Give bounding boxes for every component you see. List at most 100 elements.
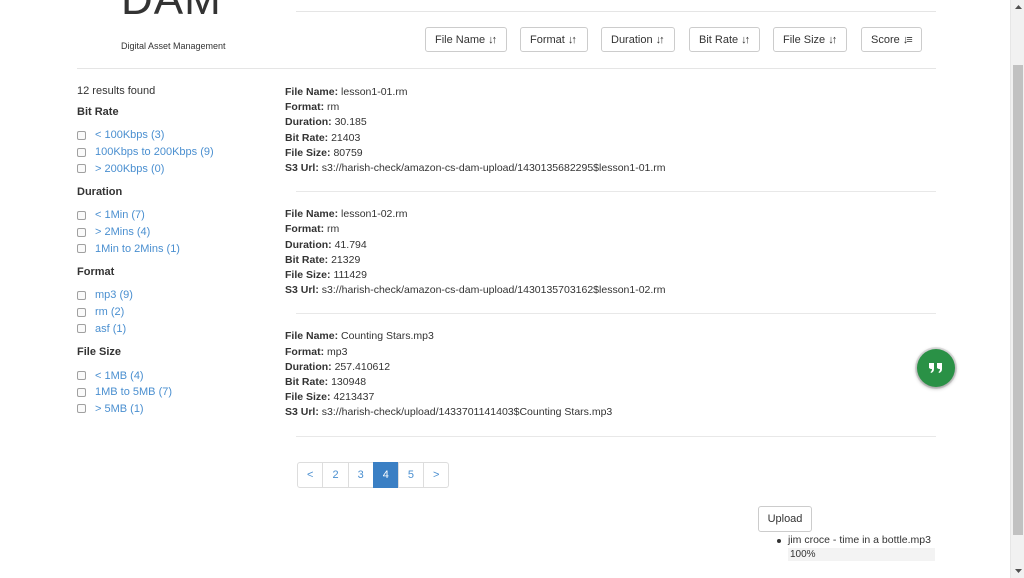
facet-option-link[interactable]: rm (2) bbox=[95, 306, 124, 318]
result-field-duration: Duration: 30.185 bbox=[285, 115, 936, 130]
field-value: s3://harish-check/amazon-cs-dam-upload/1… bbox=[321, 162, 666, 175]
field-label: Bit Rate: bbox=[285, 376, 329, 389]
results-count: 12 results found bbox=[77, 85, 156, 97]
field-value: 257.410612 bbox=[334, 360, 391, 373]
facet-option-link[interactable]: 1MB to 5MB (7) bbox=[95, 386, 172, 398]
facet-option-link[interactable]: < 1Min (7) bbox=[95, 209, 145, 221]
facet-option-link[interactable]: mp3 (9) bbox=[95, 289, 133, 301]
result-divider bbox=[296, 435, 936, 437]
facet-option-link[interactable]: 1Min to 2Mins (1) bbox=[95, 243, 180, 255]
facet-checkbox[interactable] bbox=[77, 290, 86, 300]
facet-option-link[interactable]: > 5MB (1) bbox=[95, 403, 144, 415]
result-field-s3-url: S3 Url: s3://harish-check/amazon-cs-dam-… bbox=[285, 283, 936, 298]
field-value: 21403 bbox=[331, 131, 361, 144]
field-label: File Size: bbox=[285, 146, 331, 159]
pagination-page[interactable]: 5 bbox=[397, 462, 424, 488]
facet-option: 100Kbps to 200Kbps (9) bbox=[77, 144, 277, 161]
facet-options: < 1MB (4) 1MB to 5MB (7) > 5MB (1) bbox=[77, 367, 277, 417]
facet-option: rm (2) bbox=[77, 304, 277, 321]
facet-title: Bit Rate bbox=[77, 106, 119, 118]
facet-checkbox[interactable] bbox=[77, 147, 86, 157]
facet-options: mp3 (9) rm (2) asf (1) bbox=[77, 287, 277, 337]
sort-icon: ↓↑ bbox=[655, 33, 665, 46]
top-divider bbox=[296, 11, 936, 12]
field-value: 4213437 bbox=[333, 391, 375, 404]
filter-sidebar: 12 results found Bit Rate < 100Kbps (3) 10… bbox=[77, 85, 277, 426]
facet-checkbox[interactable] bbox=[77, 387, 86, 397]
result-field-file-name: File Name: lesson1-01.rm bbox=[285, 85, 936, 100]
facet-checkbox[interactable] bbox=[77, 307, 86, 317]
sort-button-label: File Size bbox=[783, 33, 826, 46]
scroll-down-arrow-icon[interactable] bbox=[1011, 564, 1024, 578]
facet-option-link[interactable]: asf (1) bbox=[95, 323, 126, 335]
field-label: S3 Url: bbox=[285, 284, 319, 297]
facet-option-link[interactable]: < 100Kbps (3) bbox=[95, 129, 164, 141]
facet-option: mp3 (9) bbox=[77, 287, 277, 304]
facet-option: 1MB to 5MB (7) bbox=[77, 384, 277, 401]
field-value: s3://harish-check/upload/1433701141403$C… bbox=[321, 406, 613, 419]
pagination-page[interactable]: 4 bbox=[372, 462, 399, 488]
upload-file-item: jim croce - time in a bottle.mp3 bbox=[777, 534, 931, 547]
pagination-page[interactable]: 3 bbox=[347, 462, 374, 488]
field-value: lesson1-02.rm bbox=[341, 208, 408, 221]
result-item: File Name: Counting Stars.mp3 Format: mp3… bbox=[285, 329, 936, 420]
field-value: mp3 bbox=[327, 345, 348, 358]
field-label: File Name: bbox=[285, 86, 339, 98]
facet-option: < 1MB (4) bbox=[77, 367, 277, 384]
field-value: s3://harish-check/amazon-cs-dam-upload/1… bbox=[321, 284, 666, 297]
facet-checkbox[interactable] bbox=[77, 371, 86, 381]
sort-button-label: Bit Rate bbox=[699, 33, 739, 46]
field-label: S3 Url: bbox=[285, 406, 319, 419]
facet-checkbox[interactable] bbox=[77, 244, 86, 254]
page-scrollbar[interactable] bbox=[1010, 0, 1024, 578]
facet-checkbox[interactable] bbox=[77, 404, 86, 414]
chat-button[interactable] bbox=[917, 349, 955, 387]
facet-checkbox[interactable] bbox=[77, 210, 86, 220]
pagination-prev[interactable]: < bbox=[297, 462, 324, 488]
sort-button-score[interactable]: Score ↓≡ bbox=[861, 27, 922, 52]
result-field-duration: Duration: 41.794 bbox=[285, 238, 936, 253]
sort-button-label: Format bbox=[530, 33, 565, 46]
facet-option-link[interactable]: > 200Kbps (0) bbox=[95, 163, 164, 175]
field-label: Format: bbox=[285, 101, 325, 114]
sort-icon: ↓↑ bbox=[567, 33, 577, 46]
sort-button-format[interactable]: Format ↓↑ bbox=[520, 27, 588, 52]
sort-button-file-size[interactable]: File Size ↓↑ bbox=[773, 27, 847, 52]
facet-checkbox[interactable] bbox=[77, 164, 86, 174]
upload-progress-label: 100% bbox=[790, 549, 816, 560]
pagination-page[interactable]: 2 bbox=[322, 462, 349, 488]
result-divider bbox=[296, 313, 936, 315]
sort-button-duration[interactable]: Duration ↓↑ bbox=[601, 27, 675, 52]
sort-icon: ↓↑ bbox=[488, 33, 497, 46]
sort-button-file-name[interactable]: File Name ↓↑ bbox=[425, 27, 507, 52]
chat-quote-icon bbox=[929, 363, 942, 373]
facet-checkbox[interactable] bbox=[77, 130, 86, 140]
result-field-s3-url: S3 Url: s3://harish-check/upload/1433701… bbox=[285, 405, 936, 420]
scrollbar-thumb[interactable] bbox=[1013, 65, 1023, 535]
facet-option: < 1Min (7) bbox=[77, 207, 277, 224]
facet-option-link[interactable]: > 2Mins (4) bbox=[95, 226, 150, 238]
field-value: 111429 bbox=[333, 269, 367, 282]
result-field-bit-rate: Bit Rate: 130948 bbox=[285, 375, 936, 390]
result-divider bbox=[296, 191, 936, 193]
scroll-up-arrow-icon[interactable] bbox=[1011, 0, 1024, 14]
facet-option-link[interactable]: 100Kbps to 200Kbps (9) bbox=[95, 146, 214, 158]
upload-file-name: jim croce - time in a bottle.mp3 bbox=[788, 534, 931, 546]
field-label: Duration: bbox=[285, 360, 332, 373]
result-field-file-size: File Size: 80759 bbox=[285, 146, 936, 161]
facet-checkbox[interactable] bbox=[77, 227, 86, 237]
facet-option: > 2Mins (4) bbox=[77, 224, 277, 241]
sort-icon: ↓↑ bbox=[741, 33, 750, 46]
facet-checkbox[interactable] bbox=[77, 324, 86, 334]
result-field-format: Format: rm bbox=[285, 100, 936, 115]
sort-button-bit-rate[interactable]: Bit Rate ↓↑ bbox=[689, 27, 760, 52]
field-value: rm bbox=[327, 223, 340, 236]
facet-option-link[interactable]: < 1MB (4) bbox=[95, 370, 144, 382]
pagination-next[interactable]: > bbox=[422, 462, 450, 488]
upload-progress-bar: 100% bbox=[788, 548, 935, 561]
result-field-file-name: File Name: lesson1-02.rm bbox=[285, 207, 936, 222]
bullet-icon bbox=[777, 538, 781, 543]
field-value: lesson1-01.rm bbox=[341, 86, 408, 98]
field-value: 80759 bbox=[333, 146, 363, 159]
upload-button[interactable]: Upload bbox=[758, 506, 812, 532]
